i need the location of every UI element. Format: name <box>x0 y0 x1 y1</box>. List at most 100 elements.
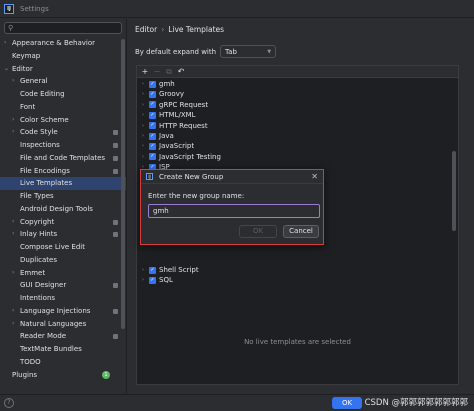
sidebar-item[interactable]: › Copyright <box>0 216 126 229</box>
chevron-right-icon[interactable]: › <box>137 131 149 141</box>
sidebar-item-label: Copyright <box>20 217 55 226</box>
help-icon[interactable]: ? <box>4 398 14 408</box>
group-enabled-checkbox[interactable]: ✓ <box>149 132 156 140</box>
sidebar-item[interactable]: Live Templates <box>0 177 126 190</box>
search-box[interactable]: ⚲ <box>4 22 122 34</box>
undo-icon[interactable]: ↶ <box>175 67 187 76</box>
remove-icon[interactable]: − <box>151 67 163 76</box>
sidebar-item[interactable]: Inspections <box>0 139 126 152</box>
sidebar-item[interactable]: › General <box>0 75 126 88</box>
template-group-row[interactable]: › ✓ Groovy <box>137 89 458 99</box>
sidebar-item-label: Language Injections <box>20 306 91 315</box>
sidebar-item[interactable]: Plugins 1 <box>0 369 126 382</box>
sidebar-item[interactable]: › Color Scheme <box>0 114 126 127</box>
template-group-row[interactable]: › ✓ JavaScript Testing <box>137 152 458 162</box>
breadcrumb-separator: › <box>161 25 165 34</box>
chevron-down-icon: ▼ <box>267 48 272 55</box>
sidebar-item[interactable]: › Appearance & Behavior <box>0 37 126 50</box>
chevron-right-icon[interactable]: › <box>12 318 14 331</box>
breadcrumb: Editor › Live Templates <box>135 25 224 34</box>
ok-button[interactable]: OK <box>239 225 277 238</box>
chevron-right-icon[interactable]: › <box>137 121 149 131</box>
template-group-label: Shell Script <box>159 266 199 274</box>
sidebar-scrollbar[interactable] <box>121 39 125 329</box>
template-group-row[interactable]: › ✓ gmh <box>137 79 458 89</box>
template-group-row[interactable]: › ✓ HTTP Request <box>137 121 458 131</box>
chevron-right-icon[interactable]: › <box>12 75 14 88</box>
chevron-right-icon[interactable]: › <box>12 126 14 139</box>
add-icon[interactable]: + <box>139 67 151 76</box>
chevron-right-icon[interactable]: › <box>137 265 149 275</box>
chevron-right-icon[interactable]: › <box>4 37 6 50</box>
template-group-row[interactable]: › ✓ Java <box>137 131 458 141</box>
sidebar-item[interactable]: Intentions <box>0 292 126 305</box>
sidebar-item-label: File Encodings <box>20 166 70 175</box>
chevron-right-icon[interactable]: › <box>137 100 149 110</box>
group-name-label: Enter the new group name: <box>148 192 245 200</box>
settings-ok-button[interactable]: OK <box>332 397 362 409</box>
sidebar-item[interactable]: Android Design Tools <box>0 203 126 216</box>
expand-key-select[interactable]: Tab ▼ <box>220 45 277 58</box>
sidebar-item[interactable]: File Types <box>0 190 126 203</box>
sidebar-item[interactable]: File Encodings <box>0 165 126 178</box>
group-enabled-checkbox[interactable]: ✓ <box>149 101 156 109</box>
sidebar-item-label: General <box>20 77 48 86</box>
group-enabled-checkbox[interactable]: ✓ <box>149 266 156 274</box>
sidebar-item[interactable]: File and Code Templates <box>0 152 126 165</box>
chevron-right-icon[interactable]: › <box>137 141 149 151</box>
breadcrumb-parent[interactable]: Editor <box>135 25 157 34</box>
group-enabled-checkbox[interactable]: ✓ <box>149 80 156 88</box>
template-group-row[interactable]: › ✓ JavaScript <box>137 141 458 151</box>
template-group-label: gRPC Request <box>159 100 209 109</box>
sidebar-item[interactable]: Reader Mode <box>0 330 126 343</box>
chevron-right-icon[interactable]: › <box>137 79 149 89</box>
chevron-right-icon[interactable]: › <box>12 228 14 241</box>
chevron-right-icon[interactable]: › <box>12 305 14 318</box>
template-group-row[interactable]: › ✓ Shell Script <box>137 265 458 275</box>
sidebar-item[interactable]: › Code Style <box>0 126 126 139</box>
sidebar-item-label: GUI Designer <box>20 281 67 290</box>
sidebar-item[interactable]: TODO <box>0 356 126 369</box>
sidebar-item[interactable]: ⌄ Editor <box>0 63 126 76</box>
chevron-right-icon[interactable]: › <box>137 275 149 285</box>
group-enabled-checkbox[interactable]: ✓ <box>149 91 156 99</box>
template-group-row[interactable]: › ✓ SQL <box>137 275 458 285</box>
sidebar-item[interactable]: Keymap <box>0 50 126 63</box>
app-logo-icon: IJ <box>4 3 14 14</box>
sidebar-item[interactable]: Duplicates <box>0 254 126 267</box>
close-icon[interactable]: ✕ <box>311 172 318 181</box>
chevron-down-icon[interactable]: ⌄ <box>4 63 9 76</box>
sidebar-item[interactable]: Code Editing <box>0 88 126 101</box>
chevron-right-icon[interactable]: › <box>137 152 149 162</box>
sidebar-item[interactable]: › Natural Languages <box>0 318 126 331</box>
sidebar-item[interactable]: › Language Injections <box>0 305 126 318</box>
copy-icon[interactable]: ⧉ <box>163 67 175 77</box>
chevron-right-icon[interactable]: › <box>137 110 149 120</box>
sidebar-item[interactable]: TextMate Bundles <box>0 343 126 356</box>
chevron-right-icon[interactable]: › <box>12 267 14 280</box>
expand-key-value: Tab <box>225 47 237 56</box>
group-enabled-checkbox[interactable]: ✓ <box>149 143 156 151</box>
group-enabled-checkbox[interactable]: ✓ <box>149 111 156 119</box>
cancel-button[interactable]: Cancel <box>283 225 319 238</box>
chevron-right-icon[interactable]: › <box>12 216 14 229</box>
chevron-right-icon[interactable]: › <box>12 114 14 127</box>
template-group-row[interactable]: › ✓ gRPC Request <box>137 100 458 110</box>
group-enabled-checkbox[interactable]: ✓ <box>149 277 156 285</box>
group-enabled-checkbox[interactable]: ✓ <box>149 153 156 161</box>
sidebar-item[interactable]: GUI Designer <box>0 279 126 292</box>
template-group-row[interactable]: › ✓ HTML/XML <box>137 110 458 120</box>
sidebar-item[interactable]: › Inlay Hints <box>0 228 126 241</box>
sidebar-item[interactable]: Font <box>0 101 126 114</box>
sidebar-item[interactable]: Compose Live Edit <box>0 241 126 254</box>
chevron-right-icon[interactable]: › <box>137 89 149 99</box>
sidebar-item[interactable]: › Emmet <box>0 267 126 280</box>
group-enabled-checkbox[interactable]: ✓ <box>149 122 156 130</box>
create-group-dialog: IJ Create New Group ✕ Enter the new grou… <box>140 169 324 245</box>
sidebar-item-label: TODO <box>20 357 41 366</box>
search-input[interactable] <box>15 24 116 32</box>
search-icon: ⚲ <box>8 24 14 32</box>
templates-scrollbar[interactable] <box>452 151 456 231</box>
group-name-input[interactable] <box>148 204 320 218</box>
sidebar-item-label: Intentions <box>20 294 56 302</box>
